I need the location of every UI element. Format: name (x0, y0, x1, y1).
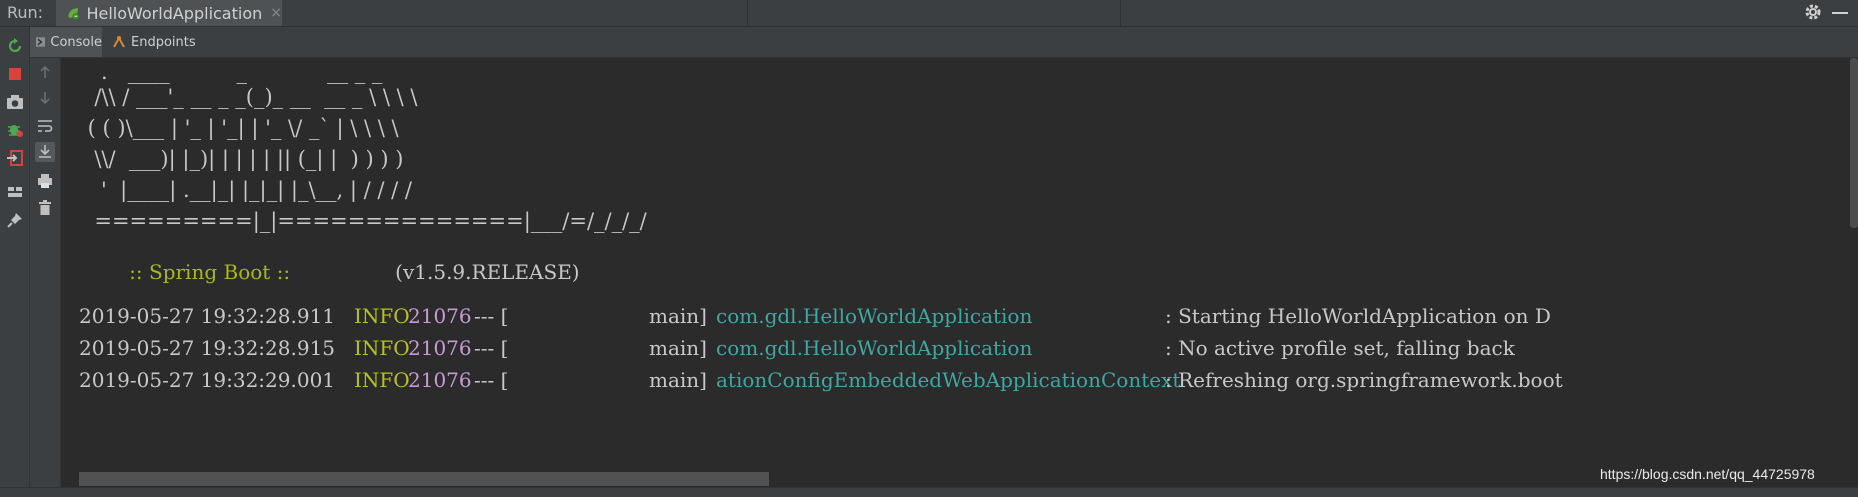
log-pid: 21076 (408, 336, 472, 360)
log-line: 2019-05-27 19:32:28.911 INFO 21076 --- [… (79, 303, 1551, 329)
bottom-tool-strip (0, 487, 1858, 497)
tab-endpoints[interactable]: Endpoints (106, 27, 196, 57)
log-timestamp: 2019-05-27 19:32:28.911 (79, 304, 336, 328)
log-level: INFO (354, 336, 410, 360)
run-tool-window: Run: HelloWorldApplication × Console End… (0, 0, 1858, 497)
banner-line: ' |____| .__|_| |_|_| |_\__, | / / / / (81, 178, 412, 202)
partial-log-line (79, 472, 769, 486)
banner-line: ( ( )\___ | '_ | '_| | '_ \/ _` | \ \ \ … (81, 116, 399, 140)
debug-bug-icon[interactable] (5, 120, 25, 140)
log-message: : Starting HelloWorldApplication on D (1165, 304, 1551, 328)
log-timestamp: 2019-05-27 19:32:28.915 (79, 336, 336, 360)
tab-console-label: Console (50, 34, 102, 50)
gear-icon[interactable] (1803, 2, 1823, 22)
log-logger-link[interactable]: com.gdl.HelloWorldApplication (716, 303, 1032, 329)
header-divider (747, 0, 748, 26)
spring-boot-version: (v1.5.9.RELEASE) (395, 260, 580, 284)
print-icon[interactable] (35, 171, 55, 191)
log-pid: 21076 (408, 368, 472, 392)
banner-line: /\\ / ___'_ __ _ _(_)_ __ __ _ \ \ \ \ (81, 85, 418, 109)
header-divider (1120, 0, 1121, 26)
tool-tabs: Console Endpoints (30, 27, 1858, 58)
rerun-icon[interactable] (5, 36, 25, 56)
run-config-tab[interactable]: HelloWorldApplication × (56, 0, 282, 26)
layout-icon[interactable] (5, 182, 25, 202)
tab-endpoints-label: Endpoints (131, 34, 196, 50)
scroll-to-end-icon[interactable] (35, 142, 55, 162)
spring-boot-version-line: :: Spring Boot :: (v1.5.9.RELEASE) (91, 242, 580, 302)
endpoints-icon (113, 35, 125, 48)
log-message: : No active profile set, falling back (1165, 336, 1515, 360)
spring-boot-label: :: Spring Boot :: (129, 260, 291, 284)
arrow-up-icon[interactable] (35, 62, 55, 82)
log-separator: --- [ (474, 336, 509, 360)
arrow-down-icon[interactable] (35, 88, 55, 108)
spring-boot-icon (68, 8, 79, 20)
close-icon[interactable]: × (270, 5, 282, 21)
console-output[interactable]: . ____ _ __ _ _ /\\ / ___'_ __ _ _(_)_ _… (61, 58, 1858, 497)
log-message: : Refreshing org.springframework.boot (1165, 368, 1563, 392)
tab-console[interactable]: Console (30, 27, 102, 57)
log-thread: main] (649, 304, 707, 328)
exit-icon[interactable] (5, 148, 25, 168)
log-separator: --- [ (474, 368, 509, 392)
log-logger-link[interactable]: com.gdl.HelloWorldApplication (716, 335, 1032, 361)
vertical-scrollbar[interactable] (1850, 58, 1858, 228)
log-separator: --- [ (474, 304, 509, 328)
log-level: INFO (354, 304, 410, 328)
minimize-icon[interactable] (1832, 12, 1848, 14)
log-thread: main] (649, 336, 707, 360)
console-toolbar (30, 58, 61, 497)
banner-line: . ____ _ __ _ _ (81, 60, 383, 84)
run-label: Run: (7, 3, 44, 22)
log-timestamp: 2019-05-27 19:32:29.001 (79, 368, 336, 392)
camera-icon[interactable] (5, 92, 25, 112)
run-actions-toolbar (0, 27, 30, 497)
log-logger-link[interactable]: ationConfigEmbeddedWebApplicationContext (716, 367, 1180, 393)
console-icon (36, 37, 46, 47)
watermark-text: https://blog.csdn.net/qq_44725978 (1600, 466, 1815, 482)
log-line: 2019-05-27 19:32:29.001 INFO 21076 --- [… (79, 367, 1563, 393)
run-config-title: HelloWorldApplication (86, 3, 263, 23)
log-line: 2019-05-27 19:32:28.915 INFO 21076 --- [… (79, 335, 1515, 361)
log-pid: 21076 (408, 304, 472, 328)
stop-icon[interactable] (5, 64, 25, 84)
banner-line: =========|_|==============|___/=/_/_/_/ (81, 209, 647, 233)
run-header-bar: Run: HelloWorldApplication × (0, 0, 1858, 27)
banner-line: \\/ ___)| |_)| | | | | || (_| | ) ) ) ) (81, 147, 404, 171)
log-thread: main] (649, 368, 707, 392)
pin-icon[interactable] (5, 210, 25, 230)
log-level: INFO (354, 368, 410, 392)
trash-icon[interactable] (35, 198, 55, 218)
soft-wrap-icon[interactable] (35, 116, 55, 136)
